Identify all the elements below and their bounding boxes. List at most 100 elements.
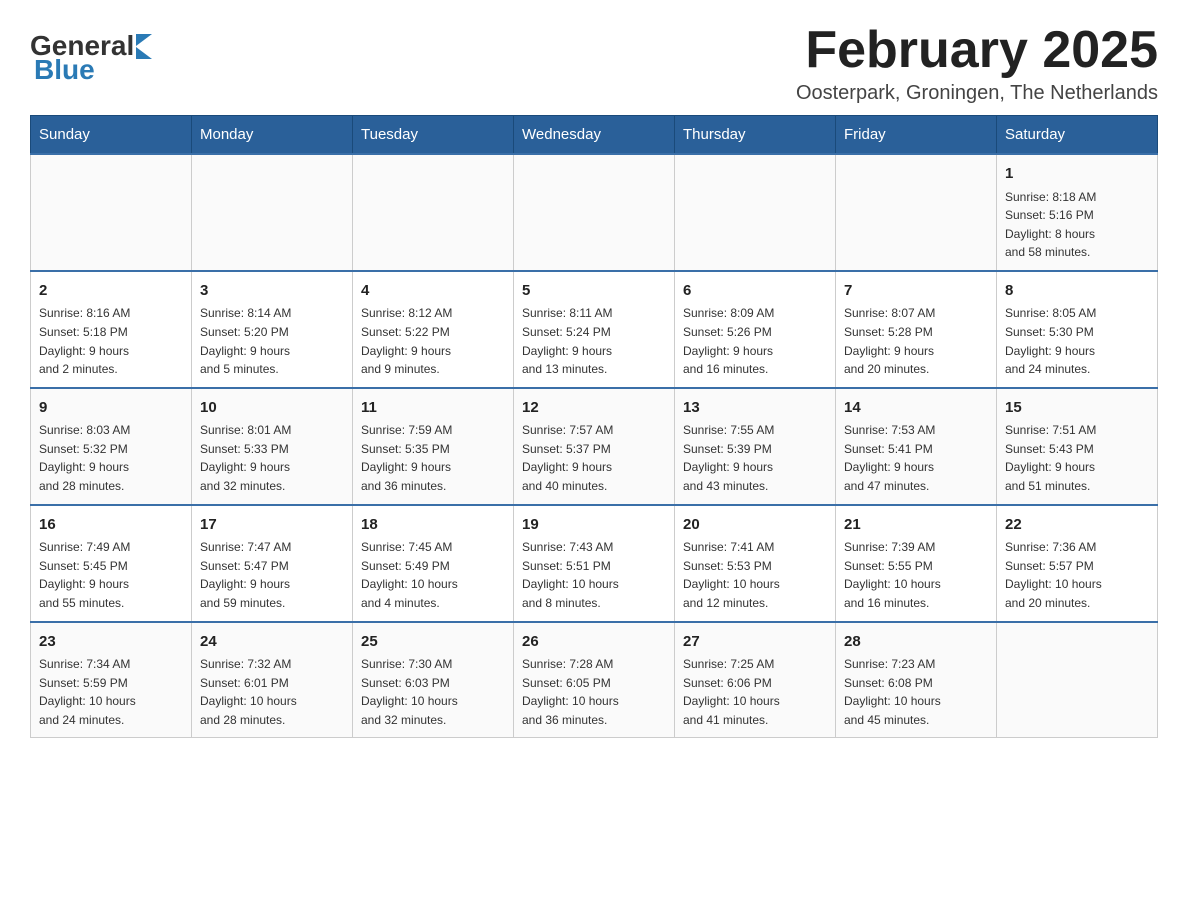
page-header: General Blue February 2025 Oosterpark, G…: [30, 20, 1158, 105]
calendar-cell: 4Sunrise: 8:12 AM Sunset: 5:22 PM Daylig…: [353, 271, 514, 388]
day-info: Sunrise: 7:59 AM Sunset: 5:35 PM Dayligh…: [361, 421, 505, 495]
calendar-cell: 12Sunrise: 7:57 AM Sunset: 5:37 PM Dayli…: [514, 388, 675, 505]
day-number: 19: [522, 514, 666, 537]
day-info: Sunrise: 7:23 AM Sunset: 6:08 PM Dayligh…: [844, 655, 988, 729]
calendar-cell: 21Sunrise: 7:39 AM Sunset: 5:55 PM Dayli…: [836, 505, 997, 622]
weekday-header: Thursday: [675, 116, 836, 155]
calendar-cell: [353, 154, 514, 271]
day-info: Sunrise: 7:47 AM Sunset: 5:47 PM Dayligh…: [200, 538, 344, 612]
day-number: 16: [39, 514, 183, 537]
day-number: 20: [683, 514, 827, 537]
calendar-cell: [31, 154, 192, 271]
calendar-cell: 24Sunrise: 7:32 AM Sunset: 6:01 PM Dayli…: [192, 622, 353, 738]
calendar-cell: 9Sunrise: 8:03 AM Sunset: 5:32 PM Daylig…: [31, 388, 192, 505]
logo-blue: Blue: [34, 54, 95, 86]
day-number: 2: [39, 280, 183, 303]
logo: General Blue: [30, 30, 152, 86]
day-info: Sunrise: 8:03 AM Sunset: 5:32 PM Dayligh…: [39, 421, 183, 495]
day-number: 14: [844, 397, 988, 420]
day-number: 15: [1005, 397, 1149, 420]
calendar-cell: 28Sunrise: 7:23 AM Sunset: 6:08 PM Dayli…: [836, 622, 997, 738]
calendar-cell: [997, 622, 1158, 738]
day-info: Sunrise: 8:16 AM Sunset: 5:18 PM Dayligh…: [39, 304, 183, 378]
calendar-cell: 5Sunrise: 8:11 AM Sunset: 5:24 PM Daylig…: [514, 271, 675, 388]
day-info: Sunrise: 7:45 AM Sunset: 5:49 PM Dayligh…: [361, 538, 505, 612]
calendar-cell: 3Sunrise: 8:14 AM Sunset: 5:20 PM Daylig…: [192, 271, 353, 388]
calendar-cell: 26Sunrise: 7:28 AM Sunset: 6:05 PM Dayli…: [514, 622, 675, 738]
weekday-header: Monday: [192, 116, 353, 155]
day-info: Sunrise: 7:41 AM Sunset: 5:53 PM Dayligh…: [683, 538, 827, 612]
day-info: Sunrise: 7:55 AM Sunset: 5:39 PM Dayligh…: [683, 421, 827, 495]
day-info: Sunrise: 8:07 AM Sunset: 5:28 PM Dayligh…: [844, 304, 988, 378]
calendar-cell: 1Sunrise: 8:18 AM Sunset: 5:16 PM Daylig…: [997, 154, 1158, 271]
calendar-cell: 23Sunrise: 7:34 AM Sunset: 5:59 PM Dayli…: [31, 622, 192, 738]
calendar-week-row: 9Sunrise: 8:03 AM Sunset: 5:32 PM Daylig…: [31, 388, 1158, 505]
day-number: 9: [39, 397, 183, 420]
calendar-table: SundayMondayTuesdayWednesdayThursdayFrid…: [30, 115, 1158, 738]
calendar-cell: 20Sunrise: 7:41 AM Sunset: 5:53 PM Dayli…: [675, 505, 836, 622]
day-number: 24: [200, 631, 344, 654]
day-info: Sunrise: 7:28 AM Sunset: 6:05 PM Dayligh…: [522, 655, 666, 729]
day-number: 23: [39, 631, 183, 654]
day-number: 28: [844, 631, 988, 654]
day-info: Sunrise: 7:34 AM Sunset: 5:59 PM Dayligh…: [39, 655, 183, 729]
day-number: 21: [844, 514, 988, 537]
calendar-cell: 6Sunrise: 8:09 AM Sunset: 5:26 PM Daylig…: [675, 271, 836, 388]
day-info: Sunrise: 8:09 AM Sunset: 5:26 PM Dayligh…: [683, 304, 827, 378]
calendar-cell: 18Sunrise: 7:45 AM Sunset: 5:49 PM Dayli…: [353, 505, 514, 622]
day-number: 7: [844, 280, 988, 303]
calendar-cell: 22Sunrise: 7:36 AM Sunset: 5:57 PM Dayli…: [997, 505, 1158, 622]
month-title: February 2025: [796, 20, 1158, 80]
weekday-header: Wednesday: [514, 116, 675, 155]
weekday-header: Friday: [836, 116, 997, 155]
day-number: 8: [1005, 280, 1149, 303]
day-number: 6: [683, 280, 827, 303]
calendar-cell: 27Sunrise: 7:25 AM Sunset: 6:06 PM Dayli…: [675, 622, 836, 738]
day-info: Sunrise: 8:18 AM Sunset: 5:16 PM Dayligh…: [1005, 188, 1149, 262]
day-number: 3: [200, 280, 344, 303]
day-info: Sunrise: 8:11 AM Sunset: 5:24 PM Dayligh…: [522, 304, 666, 378]
calendar-cell: [514, 154, 675, 271]
day-number: 25: [361, 631, 505, 654]
day-info: Sunrise: 7:49 AM Sunset: 5:45 PM Dayligh…: [39, 538, 183, 612]
day-info: Sunrise: 7:32 AM Sunset: 6:01 PM Dayligh…: [200, 655, 344, 729]
calendar-cell: 7Sunrise: 8:07 AM Sunset: 5:28 PM Daylig…: [836, 271, 997, 388]
calendar-week-row: 2Sunrise: 8:16 AM Sunset: 5:18 PM Daylig…: [31, 271, 1158, 388]
weekday-header: Saturday: [997, 116, 1158, 155]
weekday-header: Tuesday: [353, 116, 514, 155]
calendar-cell: 17Sunrise: 7:47 AM Sunset: 5:47 PM Dayli…: [192, 505, 353, 622]
day-number: 4: [361, 280, 505, 303]
calendar-cell: 19Sunrise: 7:43 AM Sunset: 5:51 PM Dayli…: [514, 505, 675, 622]
day-number: 26: [522, 631, 666, 654]
calendar-week-row: 23Sunrise: 7:34 AM Sunset: 5:59 PM Dayli…: [31, 622, 1158, 738]
day-info: Sunrise: 8:12 AM Sunset: 5:22 PM Dayligh…: [361, 304, 505, 378]
calendar-cell: 16Sunrise: 7:49 AM Sunset: 5:45 PM Dayli…: [31, 505, 192, 622]
day-number: 18: [361, 514, 505, 537]
location: Oosterpark, Groningen, The Netherlands: [796, 82, 1158, 105]
day-info: Sunrise: 8:01 AM Sunset: 5:33 PM Dayligh…: [200, 421, 344, 495]
calendar-cell: 2Sunrise: 8:16 AM Sunset: 5:18 PM Daylig…: [31, 271, 192, 388]
title-section: February 2025 Oosterpark, Groningen, The…: [796, 20, 1158, 105]
day-info: Sunrise: 7:30 AM Sunset: 6:03 PM Dayligh…: [361, 655, 505, 729]
day-number: 17: [200, 514, 344, 537]
day-info: Sunrise: 8:14 AM Sunset: 5:20 PM Dayligh…: [200, 304, 344, 378]
day-info: Sunrise: 8:05 AM Sunset: 5:30 PM Dayligh…: [1005, 304, 1149, 378]
weekday-header: Sunday: [31, 116, 192, 155]
day-info: Sunrise: 7:53 AM Sunset: 5:41 PM Dayligh…: [844, 421, 988, 495]
day-info: Sunrise: 7:39 AM Sunset: 5:55 PM Dayligh…: [844, 538, 988, 612]
day-info: Sunrise: 7:25 AM Sunset: 6:06 PM Dayligh…: [683, 655, 827, 729]
calendar-week-row: 16Sunrise: 7:49 AM Sunset: 5:45 PM Dayli…: [31, 505, 1158, 622]
calendar-cell: [192, 154, 353, 271]
day-number: 12: [522, 397, 666, 420]
calendar-cell: 8Sunrise: 8:05 AM Sunset: 5:30 PM Daylig…: [997, 271, 1158, 388]
day-number: 11: [361, 397, 505, 420]
day-info: Sunrise: 7:51 AM Sunset: 5:43 PM Dayligh…: [1005, 421, 1149, 495]
calendar-cell: 25Sunrise: 7:30 AM Sunset: 6:03 PM Dayli…: [353, 622, 514, 738]
day-number: 13: [683, 397, 827, 420]
calendar-cell: [836, 154, 997, 271]
calendar-cell: 14Sunrise: 7:53 AM Sunset: 5:41 PM Dayli…: [836, 388, 997, 505]
day-info: Sunrise: 7:43 AM Sunset: 5:51 PM Dayligh…: [522, 538, 666, 612]
day-number: 10: [200, 397, 344, 420]
day-number: 5: [522, 280, 666, 303]
calendar-week-row: 1Sunrise: 8:18 AM Sunset: 5:16 PM Daylig…: [31, 154, 1158, 271]
